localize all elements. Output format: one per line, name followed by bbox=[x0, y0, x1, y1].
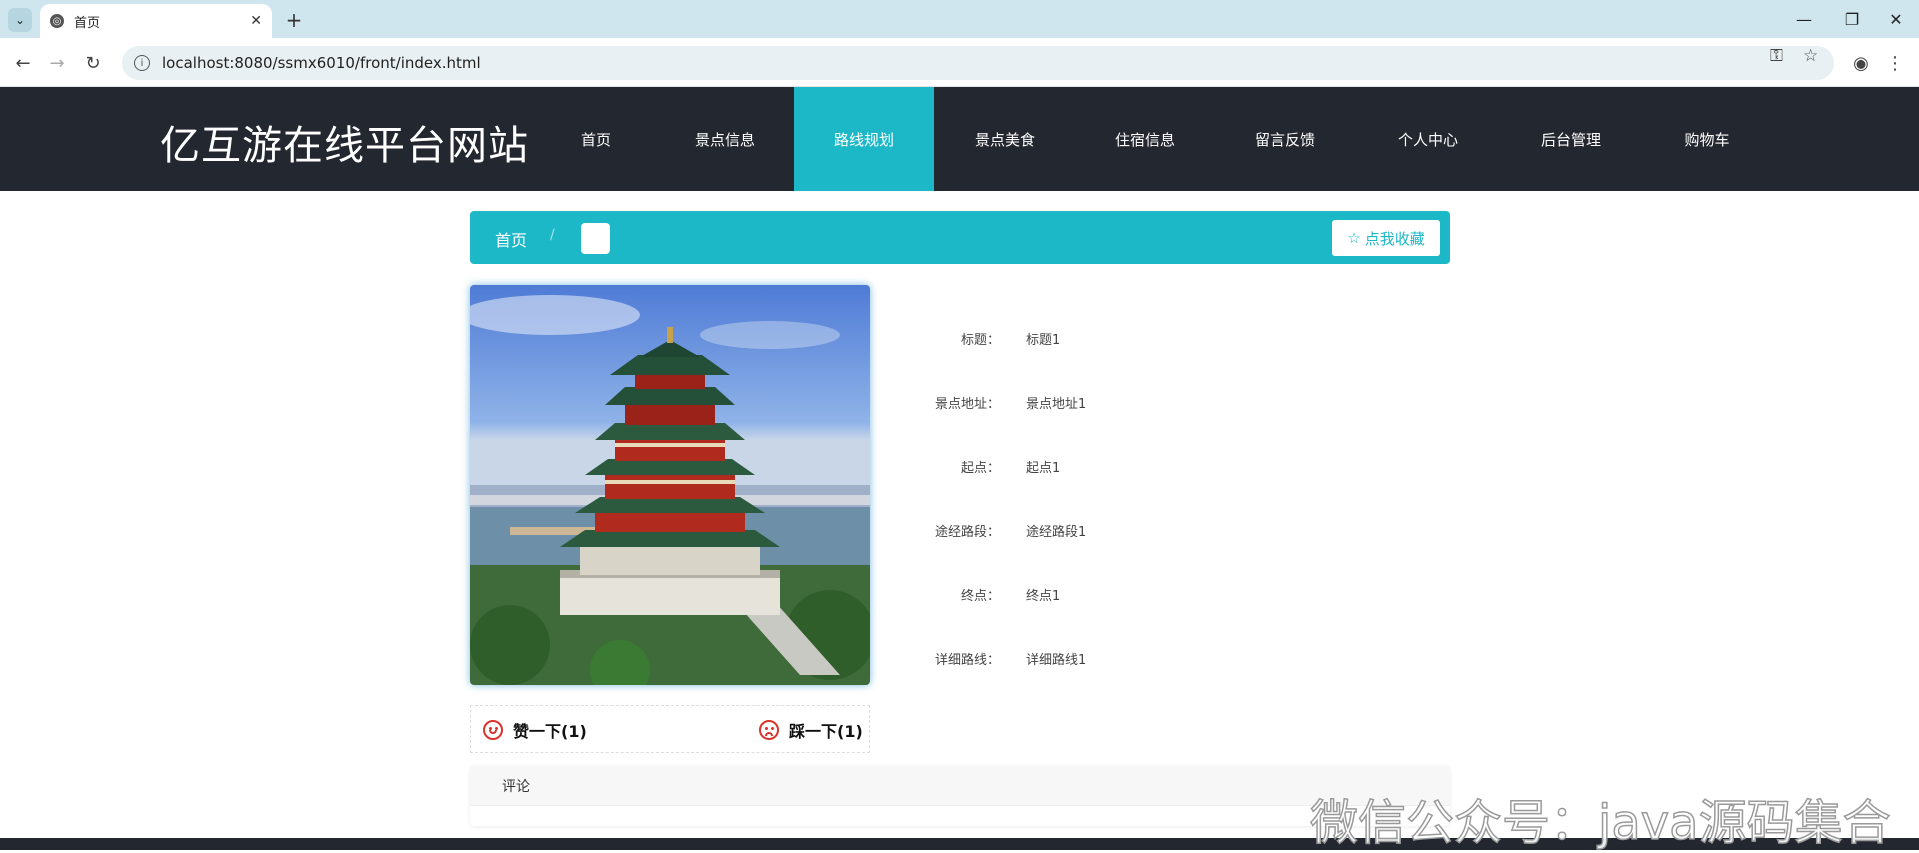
pagoda-image bbox=[470, 285, 870, 685]
field-label: 详细路线： bbox=[934, 653, 1000, 668]
new-tab-icon[interactable]: + bbox=[282, 8, 306, 32]
globe-icon: ◎ bbox=[50, 14, 64, 28]
address-bar[interactable]: i localhost:8080/ssmx6010/front/index.ht… bbox=[122, 46, 1834, 80]
detail-image bbox=[470, 285, 870, 685]
vote-box: 赞一下(1) 踩一下(1) bbox=[470, 705, 870, 753]
frown-icon bbox=[759, 720, 779, 740]
watermark-text: 微信公众号：java源码集合 bbox=[1309, 794, 1891, 852]
browser-tab[interactable]: ◎ 首页 ✕ bbox=[40, 4, 272, 38]
field-value: 景点地址1 bbox=[1026, 397, 1087, 412]
breadcrumb: 首页 / ☆ 点我收藏 bbox=[470, 211, 1450, 264]
nav-item-feedback[interactable]: 留言反馈 bbox=[1240, 87, 1330, 191]
tab-title: 首页 bbox=[74, 15, 101, 31]
password-key-icon[interactable]: ⚿ bbox=[1770, 46, 1783, 66]
field-end: 终点： 终点1 bbox=[900, 585, 1400, 605]
nav-item-admin[interactable]: 后台管理 bbox=[1526, 87, 1616, 191]
field-start: 起点： 起点1 bbox=[900, 457, 1400, 477]
comment-section: 评论 bbox=[470, 766, 1450, 826]
bookmark-star-icon[interactable]: ☆ bbox=[1803, 46, 1818, 66]
field-value: 标题1 bbox=[1026, 333, 1061, 348]
field-route-detail: 详细路线： 详细路线1 bbox=[900, 649, 1400, 669]
field-address: 景点地址： 景点地址1 bbox=[900, 393, 1400, 413]
site-header: 亿互游在线平台网站 首页 景点信息 路线规划 景点美食 住宿信息 留言反馈 个人… bbox=[0, 87, 1919, 191]
breadcrumb-home-link[interactable]: 首页 bbox=[495, 227, 527, 251]
nav-item-attractions[interactable]: 景点信息 bbox=[680, 87, 770, 191]
site-title: 亿互游在线平台网站 bbox=[160, 123, 529, 169]
profile-icon[interactable]: ◉ bbox=[1848, 50, 1874, 76]
field-value: 起点1 bbox=[1026, 461, 1061, 476]
favorite-button[interactable]: ☆ 点我收藏 bbox=[1332, 220, 1440, 256]
field-label: 景点地址： bbox=[934, 397, 1000, 412]
field-value: 终点1 bbox=[1026, 589, 1061, 604]
field-title: 标题： 标题1 bbox=[900, 329, 1400, 349]
breadcrumb-current bbox=[581, 223, 610, 254]
minimize-icon[interactable]: — bbox=[1781, 6, 1827, 32]
back-icon[interactable]: ← bbox=[10, 50, 36, 76]
nav-item-route-planning[interactable]: 路线规划 bbox=[794, 87, 934, 191]
restore-icon[interactable]: ❐ bbox=[1829, 6, 1875, 32]
nav-item-lodging[interactable]: 住宿信息 bbox=[1100, 87, 1190, 191]
breadcrumb-separator: / bbox=[550, 227, 555, 243]
like-button[interactable]: 赞一下(1) bbox=[483, 718, 587, 742]
close-tab-icon[interactable]: ✕ bbox=[250, 13, 262, 29]
site-info-icon[interactable]: i bbox=[134, 55, 150, 71]
nav-item-food[interactable]: 景点美食 bbox=[960, 87, 1050, 191]
field-waypoints: 途经路段： 途经路段1 bbox=[900, 521, 1400, 541]
smile-icon bbox=[483, 720, 503, 740]
forward-icon[interactable]: → bbox=[44, 50, 70, 76]
star-icon: ☆ bbox=[1347, 229, 1361, 247]
browser-toolbar: ← → ↻ i localhost:8080/ssmx6010/front/in… bbox=[0, 38, 1919, 87]
close-window-icon[interactable]: ✕ bbox=[1873, 6, 1919, 32]
nav-item-user-center[interactable]: 个人中心 bbox=[1383, 87, 1473, 191]
field-label: 终点： bbox=[960, 589, 1000, 604]
field-label: 标题： bbox=[960, 333, 1000, 348]
field-value: 详细路线1 bbox=[1026, 653, 1087, 668]
reload-icon[interactable]: ↻ bbox=[80, 50, 106, 76]
browser-tab-bar: ⌄ ◎ 首页 ✕ + — ❐ ✕ bbox=[0, 0, 1919, 38]
favorite-label: 点我收藏 bbox=[1364, 229, 1425, 248]
nav-item-home[interactable]: 首页 bbox=[558, 87, 634, 191]
menu-kebab-icon[interactable]: ⋮ bbox=[1882, 50, 1908, 76]
nav-item-cart[interactable]: 购物车 bbox=[1669, 87, 1745, 191]
tab-search-chevron-icon[interactable]: ⌄ bbox=[8, 8, 32, 32]
url-text: localhost:8080/ssmx6010/front/index.html bbox=[162, 54, 481, 72]
comment-title: 评论 bbox=[470, 766, 1450, 806]
dislike-label: 踩一下(1) bbox=[789, 722, 863, 741]
dislike-button[interactable]: 踩一下(1) bbox=[759, 718, 863, 742]
field-value: 途经路段1 bbox=[1026, 525, 1087, 540]
field-label: 起点： bbox=[960, 461, 1000, 476]
field-label: 途经路段： bbox=[934, 525, 1000, 540]
like-label: 赞一下(1) bbox=[513, 722, 587, 741]
